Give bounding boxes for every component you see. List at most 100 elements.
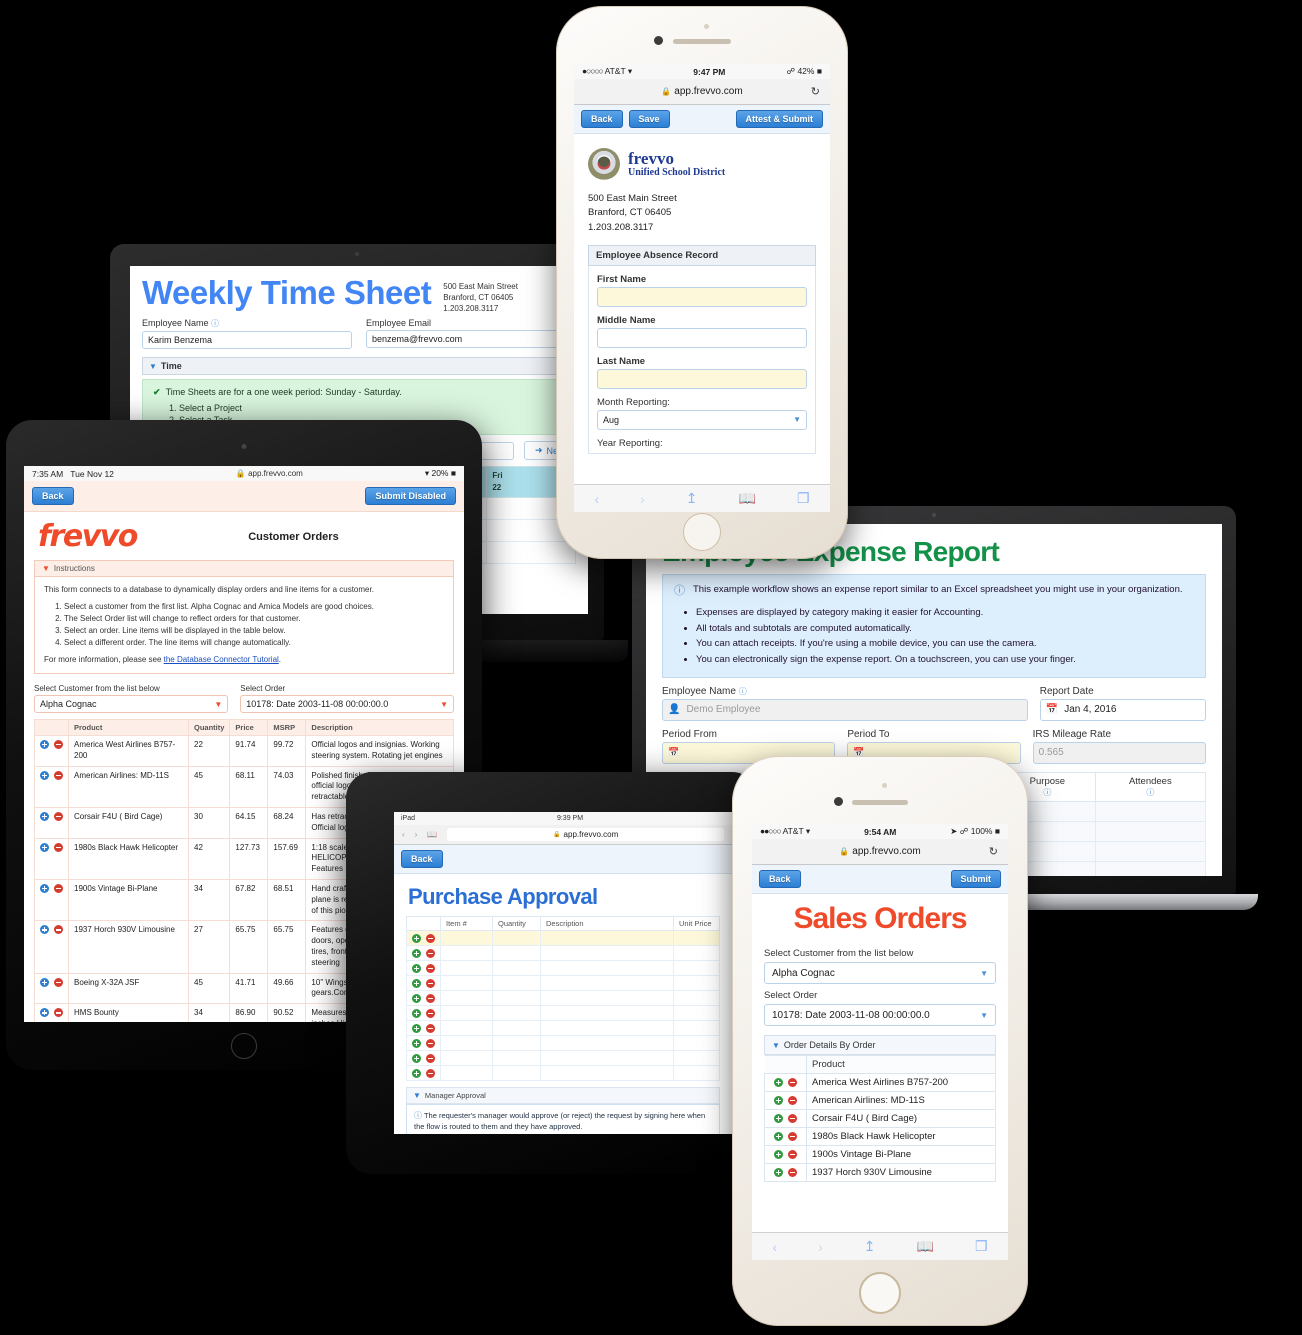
- remove-row-icon[interactable]: [54, 842, 63, 852]
- select-order-dropdown[interactable]: 10178: Date 2003-11-08 00:00:00.0 ▼: [764, 1004, 996, 1026]
- cell-description[interactable]: [540, 1005, 674, 1021]
- tabs-icon[interactable]: ❐: [797, 490, 810, 507]
- submit-button[interactable]: Submit Disabled: [365, 487, 456, 505]
- add-row-icon[interactable]: [40, 1008, 49, 1018]
- add-row-icon[interactable]: [40, 977, 49, 987]
- remove-row-icon[interactable]: [54, 740, 63, 749]
- cell-description[interactable]: [540, 990, 674, 1006]
- select-order-dropdown[interactable]: 10178: Date 2003-11-08 00:00:00.0 ▼: [240, 695, 454, 713]
- row-actions[interactable]: [764, 1163, 807, 1182]
- remove-row-icon[interactable]: [426, 1008, 435, 1018]
- table-row[interactable]: [406, 960, 720, 976]
- cell-item-number[interactable]: [440, 945, 493, 961]
- table-row[interactable]: Corsair F4U ( Bird Cage): [764, 1109, 996, 1128]
- safari-address-bar[interactable]: 🔒 app.frevvo.com ↻: [574, 79, 830, 105]
- forward-nav-icon[interactable]: ›: [818, 1239, 823, 1255]
- cell-quantity[interactable]: [492, 1065, 541, 1081]
- remove-row-icon[interactable]: [426, 978, 435, 988]
- remove-row-icon[interactable]: [54, 770, 63, 780]
- cell-description[interactable]: [540, 1020, 674, 1036]
- remove-row-icon[interactable]: [54, 925, 63, 935]
- remove-row-icon[interactable]: [788, 1078, 797, 1087]
- table-row[interactable]: America West Airlines B757-200: [764, 1073, 996, 1092]
- table-row[interactable]: 1980s Black Hawk Helicopter: [764, 1127, 996, 1146]
- table-row[interactable]: 1900s Vintage Bi-Plane: [764, 1145, 996, 1164]
- share-icon[interactable]: ↥: [686, 490, 698, 507]
- back-button[interactable]: Back: [401, 850, 443, 868]
- employee-name-input[interactable]: Karim Benzema: [142, 331, 352, 350]
- forward-nav-icon[interactable]: ›: [415, 830, 418, 839]
- row-actions[interactable]: [406, 930, 441, 946]
- forward-nav-icon[interactable]: ›: [640, 491, 645, 507]
- cell-item-number[interactable]: [440, 960, 493, 976]
- refresh-icon[interactable]: ↻: [811, 85, 820, 98]
- database-connector-tutorial-link[interactable]: the Database Connector Tutorial: [164, 655, 279, 664]
- cell-quantity[interactable]: [492, 1035, 541, 1051]
- submit-button[interactable]: Submit: [950, 870, 1001, 888]
- add-row-icon[interactable]: [40, 842, 49, 852]
- add-row-icon[interactable]: [774, 1168, 783, 1177]
- row-actions[interactable]: [764, 1109, 807, 1128]
- remove-row-icon[interactable]: [426, 1053, 435, 1063]
- remove-row-icon[interactable]: [788, 1168, 797, 1177]
- cell-quantity[interactable]: [492, 945, 541, 961]
- month-reporting-dropdown[interactable]: Aug ▼: [597, 409, 807, 430]
- cell-unit-price[interactable]: [673, 1050, 720, 1066]
- table-row[interactable]: [406, 945, 720, 961]
- cell-unit-price[interactable]: [673, 960, 720, 976]
- remove-row-icon[interactable]: [426, 948, 435, 958]
- cell-item-number[interactable]: [440, 1005, 493, 1021]
- select-customer-dropdown[interactable]: Alpha Cognac ▼: [34, 695, 229, 713]
- row-actions[interactable]: [406, 945, 441, 961]
- remove-row-icon[interactable]: [426, 963, 435, 973]
- remove-row-icon[interactable]: [426, 1023, 435, 1033]
- remove-row-icon[interactable]: [788, 1096, 797, 1105]
- cell-item-number[interactable]: [440, 1050, 493, 1066]
- cell-description[interactable]: [540, 930, 674, 946]
- add-row-icon[interactable]: [774, 1132, 783, 1141]
- table-row[interactable]: [406, 1020, 720, 1036]
- back-button[interactable]: Back: [581, 110, 623, 128]
- row-actions[interactable]: [34, 878, 69, 922]
- bookmarks-icon[interactable]: 📖: [917, 1238, 934, 1255]
- info-icon[interactable]: ⓘ: [739, 687, 747, 696]
- remove-row-icon[interactable]: [426, 993, 435, 1003]
- info-icon[interactable]: ⓘ: [211, 319, 219, 328]
- remove-row-icon[interactable]: [54, 883, 63, 893]
- add-row-icon[interactable]: [40, 740, 49, 749]
- add-row-icon[interactable]: [412, 1053, 421, 1063]
- table-row[interactable]: [406, 975, 720, 991]
- back-button[interactable]: Back: [32, 487, 74, 505]
- cell-item-number[interactable]: [440, 990, 493, 1006]
- cell-quantity[interactable]: [492, 990, 541, 1006]
- cell-description[interactable]: [540, 945, 674, 961]
- add-row-icon[interactable]: [774, 1096, 783, 1105]
- cell-quantity[interactable]: [492, 975, 541, 991]
- section-header-manager-approval[interactable]: ▼ Manager Approval: [406, 1087, 720, 1104]
- row-actions[interactable]: [34, 920, 69, 974]
- cell-description[interactable]: [540, 960, 674, 976]
- add-row-icon[interactable]: [40, 811, 49, 821]
- cell-item-number[interactable]: [440, 1035, 493, 1051]
- row-actions[interactable]: [406, 975, 441, 991]
- row-actions[interactable]: [34, 1003, 69, 1022]
- cell-unit-price[interactable]: [673, 945, 720, 961]
- add-row-icon[interactable]: [40, 770, 49, 780]
- middle-name-input[interactable]: [597, 327, 807, 348]
- remove-row-icon[interactable]: [426, 1068, 435, 1078]
- section-header-time[interactable]: ▼ Time: [142, 357, 576, 376]
- cell-quantity[interactable]: [492, 1050, 541, 1066]
- first-name-input[interactable]: [597, 286, 807, 307]
- table-row[interactable]: [406, 930, 720, 946]
- row-actions[interactable]: [34, 837, 69, 880]
- table-row[interactable]: [406, 1005, 720, 1021]
- info-icon[interactable]: ⓘ: [1043, 788, 1051, 797]
- tabs-icon[interactable]: ❐: [975, 1238, 988, 1255]
- attest-submit-button[interactable]: Attest & Submit: [735, 110, 823, 128]
- row-actions[interactable]: [406, 1050, 441, 1066]
- cell-description[interactable]: [540, 1065, 674, 1081]
- refresh-icon[interactable]: ↻: [989, 845, 998, 858]
- row-actions[interactable]: [406, 1035, 441, 1051]
- last-name-input[interactable]: [597, 368, 807, 389]
- back-nav-icon[interactable]: ‹: [402, 830, 405, 839]
